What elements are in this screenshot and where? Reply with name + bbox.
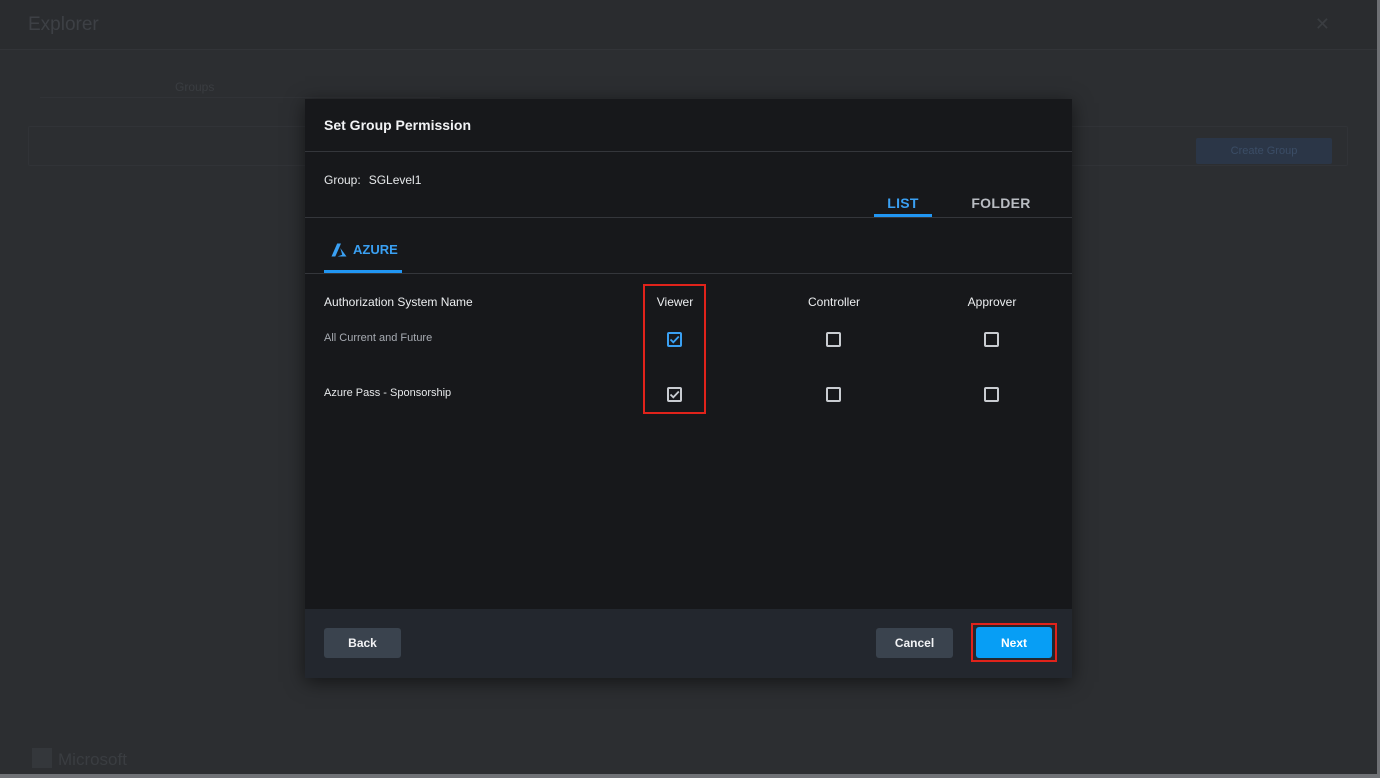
microsoft-logo-icon [32, 748, 52, 768]
approver-checkbox-row-2[interactable] [984, 387, 999, 402]
dialog-title: Set Group Permission [324, 117, 472, 133]
azure-icon [331, 243, 347, 257]
viewer-checkbox-row-2[interactable] [667, 387, 682, 402]
column-header-controller: Controller [807, 295, 861, 309]
checkmark-icon [669, 335, 680, 344]
approver-checkbox-row-1[interactable] [984, 332, 999, 347]
viewer-checkbox-row-1[interactable] [667, 332, 682, 347]
view-tabs: LIST FOLDER [305, 187, 1072, 218]
back-button[interactable]: Back [324, 628, 401, 658]
tab-folder[interactable]: FOLDER [969, 195, 1033, 211]
row-name-all-current-and-future: All Current and Future [324, 332, 433, 344]
dialog-footer: Back Cancel Next [305, 609, 1072, 678]
active-tab-indicator [874, 214, 932, 217]
tab-azure-label: AZURE [353, 242, 398, 257]
column-header-viewer: Viewer [656, 295, 694, 309]
background-app-title: Explorer [28, 14, 99, 35]
background-tab-groups: Groups [175, 80, 215, 94]
dialog-header: Set Group Permission [305, 99, 1072, 152]
background-tabs: Groups [40, 68, 440, 98]
background-header: Explorer ✕ [0, 0, 1380, 50]
next-button[interactable]: Next [976, 627, 1052, 658]
controller-checkbox-row-2[interactable] [826, 387, 841, 402]
group-info: Group: SGLevel1 [324, 173, 421, 187]
cancel-button[interactable]: Cancel [876, 628, 953, 658]
tab-list[interactable]: LIST [874, 195, 932, 211]
window-bottom-edge [0, 774, 1380, 778]
group-label: Group: [324, 173, 361, 187]
checkmark-icon [669, 390, 680, 399]
background-footer-logo-text: Microsoft [58, 750, 127, 769]
set-group-permission-dialog: Set Group Permission Group: SGLevel1 LIST… [305, 99, 1072, 678]
background-footer-logo: Microsoft [32, 748, 127, 770]
column-header-approver: Approver [967, 295, 1017, 309]
provider-tabs: AZURE [305, 219, 1072, 274]
background-close-icon: ✕ [1314, 14, 1330, 34]
active-provider-indicator [324, 270, 402, 273]
group-value: SGLevel1 [368, 173, 422, 187]
tab-azure[interactable]: AZURE [324, 219, 402, 273]
background-create-group-button: Create Group [1196, 138, 1332, 164]
controller-checkbox-row-1[interactable] [826, 332, 841, 347]
column-header-auth-system-name: Authorization System Name [324, 295, 473, 309]
row-name-azure-pass-sponsorship: Azure Pass - Sponsorship [324, 387, 452, 399]
